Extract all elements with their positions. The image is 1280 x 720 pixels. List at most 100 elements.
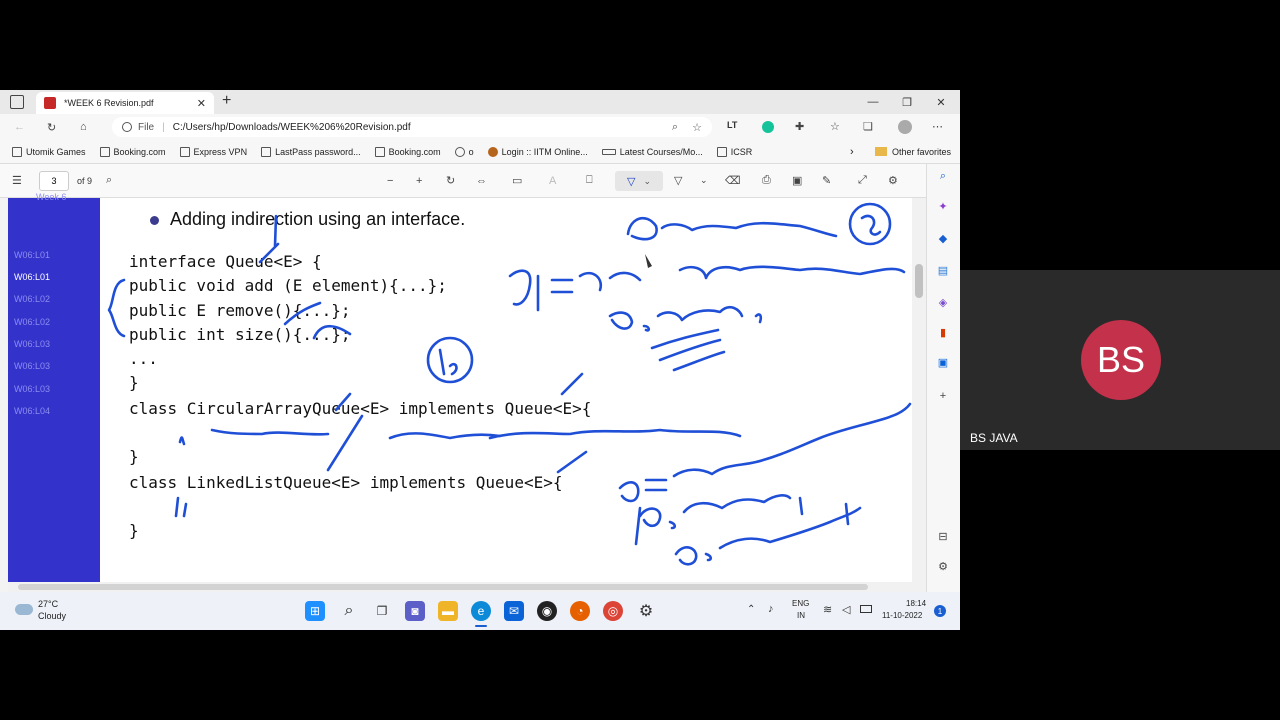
add-icon[interactable]: +	[935, 388, 951, 404]
zoom-icon[interactable]: ⌕	[672, 121, 678, 134]
zoom-out-icon[interactable]: −	[387, 175, 393, 187]
eraser-icon[interactable]: ⌫	[725, 174, 741, 187]
settings-icon[interactable]: ⚙	[935, 558, 951, 574]
extensions-icon[interactable]: ✚	[795, 120, 804, 133]
scrollbar-thumb[interactable]	[915, 264, 923, 298]
outline-item[interactable]: W06:L02	[14, 317, 50, 327]
rotate-icon[interactable]: ↻	[446, 174, 455, 187]
search-icon[interactable]: ⌕	[106, 174, 112, 187]
fit-width-icon[interactable]: ⇔	[476, 175, 487, 187]
chevron-right-icon[interactable]: ›	[850, 146, 854, 158]
firefox-icon[interactable]: ◔	[570, 601, 590, 621]
add-text-icon[interactable]: ⎕	[586, 174, 593, 187]
favorite-item[interactable]: Login :: IITM Online...	[487, 146, 588, 157]
favorite-item[interactable]: Latest Courses/Mo...	[601, 147, 703, 157]
mail-icon[interactable]: ✉	[504, 601, 524, 621]
fullscreen-icon[interactable]: ⤢	[858, 174, 867, 187]
outline-item[interactable]: W06:L03	[14, 339, 50, 349]
save-icon[interactable]: ▣	[792, 174, 802, 187]
save-as-icon[interactable]: ✎	[822, 174, 831, 187]
horizontal-scrollbar[interactable]	[8, 582, 926, 592]
outline-item[interactable]: W06:L03	[14, 384, 50, 394]
refresh-icon[interactable]: ↻	[47, 121, 56, 134]
battery-icon[interactable]	[860, 605, 872, 613]
other-favorites[interactable]: Other favorites	[875, 147, 951, 157]
restore-icon[interactable]: ❐	[890, 90, 924, 114]
search-icon[interactable]: ⌕	[935, 168, 951, 184]
task-view-icon[interactable]: ❐	[372, 601, 392, 621]
favorite-item[interactable]: Utomik Games	[12, 146, 86, 157]
tab-pdf[interactable]: *WEEK 6 Revision.pdf ✕	[36, 92, 214, 114]
sparkle-icon[interactable]: ✦	[935, 198, 951, 214]
github-icon[interactable]: ◉	[537, 601, 557, 621]
minimize-icon[interactable]: —	[856, 90, 890, 114]
new-tab-icon[interactable]: +	[222, 92, 231, 110]
outline-item[interactable]: W06:L04	[14, 406, 50, 416]
microphone-icon[interactable]: ♪	[768, 603, 774, 615]
shopping-icon[interactable]: ◆	[935, 230, 951, 246]
close-tab-icon[interactable]: ✕	[197, 97, 206, 110]
favorite-item[interactable]: Booking.com	[99, 146, 166, 157]
outline-item[interactable]: W06:L01	[14, 250, 50, 260]
tab-actions-icon[interactable]	[10, 95, 24, 109]
outline-item[interactable]: W06:L01	[14, 272, 50, 282]
zoom-in-icon[interactable]: +	[416, 175, 422, 187]
lt-extension-icon[interactable]: LT	[727, 120, 737, 130]
chevron-up-icon[interactable]: ⌃	[747, 604, 755, 615]
grammarly-icon[interactable]	[762, 121, 774, 133]
close-window-icon[interactable]: ✕	[924, 90, 958, 114]
search-icon[interactable]: ⌕	[339, 601, 359, 621]
favorite-item[interactable]: Express VPN	[179, 146, 247, 157]
weather-desc[interactable]: Cloudy	[38, 611, 66, 621]
pen-cursor-icon	[645, 254, 652, 268]
profile-icon[interactable]	[898, 120, 912, 134]
notification-badge[interactable]: 1	[934, 605, 946, 617]
page-view-icon[interactable]: ▭	[512, 174, 522, 187]
volume-icon[interactable]: ◁	[842, 603, 850, 616]
games-icon[interactable]: ◈	[935, 294, 951, 310]
url-field[interactable]: File | C:/Users/hp/Downloads/WEEK%206%20…	[112, 117, 712, 137]
folder-icon	[12, 146, 22, 157]
contents-icon[interactable]: ☰	[12, 174, 22, 187]
home-icon[interactable]: ⌂	[80, 121, 87, 133]
sidebar-toggle-icon[interactable]: ⊟	[935, 528, 951, 544]
chat-icon[interactable]: ◙	[405, 601, 425, 621]
screen: *WEEK 6 Revision.pdf ✕ + — ❐ ✕ ← ↻ ⌂ Fil…	[0, 0, 1280, 720]
tools-icon[interactable]: ▤	[935, 262, 951, 278]
settings-icon[interactable]: ⚙	[636, 601, 656, 621]
favorite-item[interactable]: LastPass password...	[261, 146, 361, 157]
outlook-icon[interactable]: ▣	[935, 354, 951, 370]
weather-temp[interactable]: 27°C	[38, 599, 58, 609]
favorites-icon[interactable]: ☆	[830, 120, 840, 133]
add-favorite-icon[interactable]: ☆	[692, 121, 702, 134]
draw-pen-icon: ▽	[626, 175, 636, 188]
wifi-icon[interactable]: ≋	[823, 603, 832, 616]
favorite-item[interactable]: Booking.com	[374, 146, 441, 157]
file-explorer-icon[interactable]: ▬	[438, 601, 458, 621]
back-icon[interactable]: ←	[14, 121, 25, 133]
favorite-item[interactable]: o	[454, 146, 474, 157]
highlight-icon[interactable]: ▽	[674, 174, 682, 187]
info-icon[interactable]	[122, 122, 132, 132]
print-icon[interactable]: ⎙	[762, 174, 771, 187]
collections-icon[interactable]: ❏	[863, 120, 873, 133]
scrollbar-thumb[interactable]	[18, 584, 868, 590]
read-aloud-icon[interactable]: A	[549, 175, 556, 187]
start-icon[interactable]: ⊞	[305, 601, 325, 621]
clock-date[interactable]: 11-10-2022	[882, 611, 922, 620]
office-icon[interactable]: ▮	[935, 324, 951, 340]
chrome-icon[interactable]: ◎	[603, 601, 623, 621]
settings-icon[interactable]: ⚙	[888, 174, 898, 187]
outline-item[interactable]: W06:L02	[14, 294, 50, 304]
vertical-scrollbar[interactable]	[912, 198, 926, 582]
clock-time[interactable]: 18:14	[906, 599, 926, 608]
draw-tool[interactable]: ▽ ⌄	[615, 171, 663, 191]
more-icon[interactable]: ⋯	[932, 120, 943, 133]
language-line1[interactable]: ENG	[792, 599, 809, 608]
language-line2[interactable]: IN	[797, 611, 805, 620]
page-number-field[interactable]: 3	[39, 171, 69, 191]
favorite-item[interactable]: ICSR	[716, 146, 752, 157]
edge-icon[interactable]: e	[471, 601, 491, 621]
chevron-down-icon[interactable]: ⌄	[700, 175, 708, 186]
outline-item[interactable]: W06:L03	[14, 361, 50, 371]
